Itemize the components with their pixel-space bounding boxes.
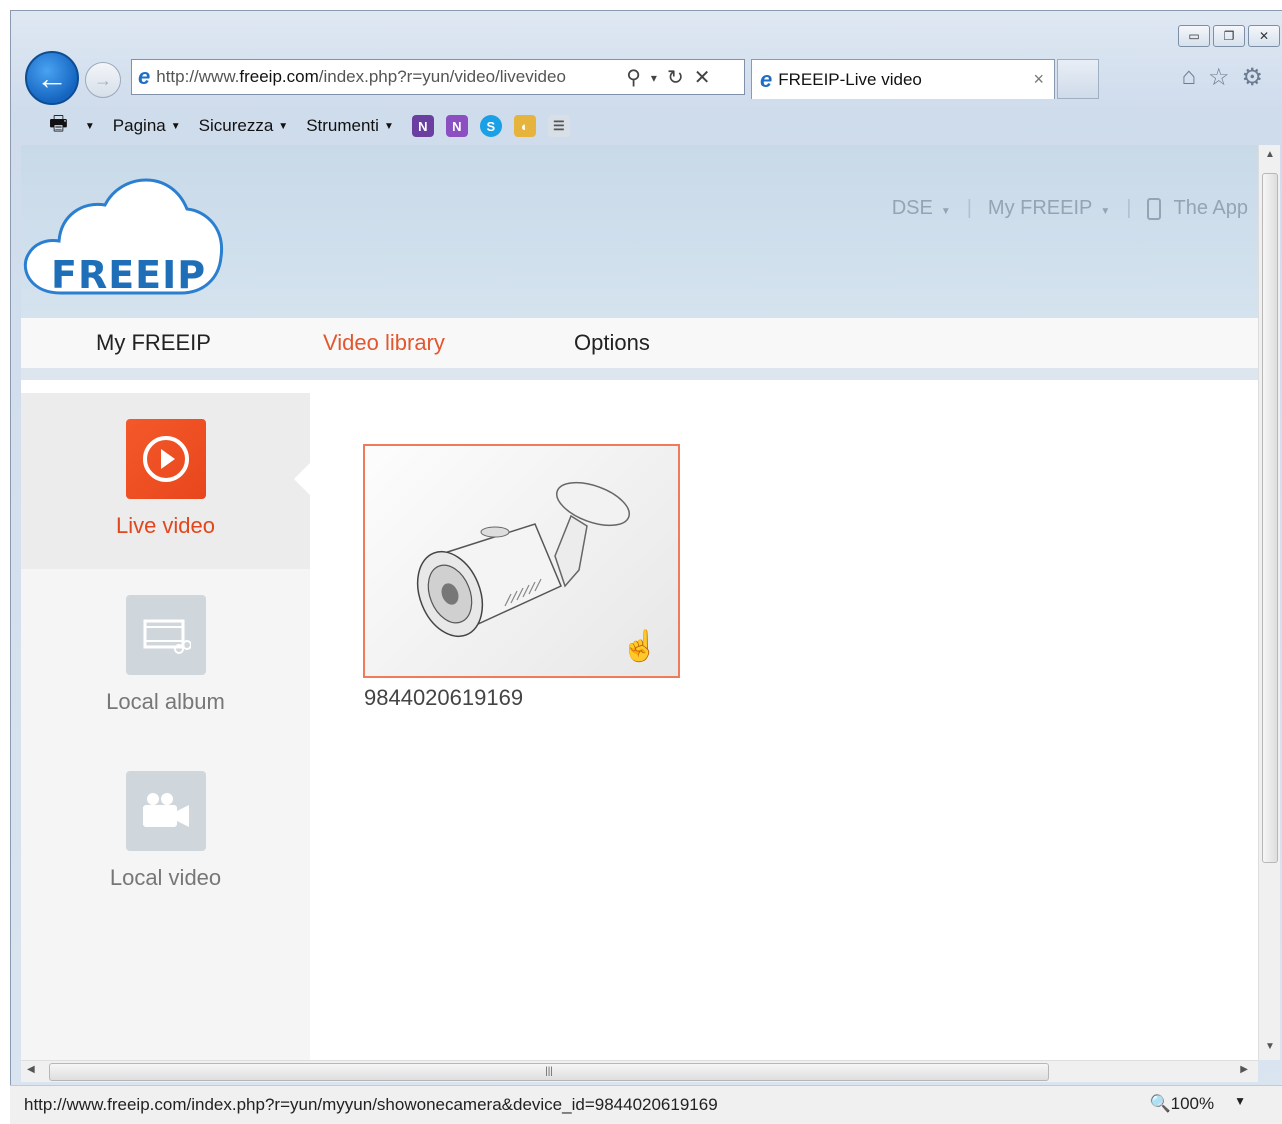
page-menu-icon[interactable]: ☰ — [547, 115, 570, 137]
header-link-my-freeip[interactable]: My FREEIP ▼ — [988, 197, 1110, 220]
chevron-down-icon: ▼ — [1100, 206, 1111, 217]
menu-pagina[interactable]: Pagina ▼ — [113, 116, 181, 136]
skype-icon[interactable]: S — [479, 115, 502, 137]
video-camera-icon — [125, 771, 206, 851]
freeip-logo[interactable]: FREEIP — [21, 167, 227, 297]
new-tab-button[interactable] — [1057, 59, 1099, 99]
home-icon[interactable]: ⌂ — [1181, 63, 1196, 92]
page-viewport: FREEIP DSE ▼ | My FREEIP ▼ | The App My FR… — [21, 145, 1258, 1060]
menu-strumenti[interactable]: Strumenti ▼ — [306, 116, 394, 136]
site-header: FREEIP DSE ▼ | My FREEIP ▼ | The App — [21, 145, 1258, 318]
forward-arrow-icon[interactable]: → — [85, 62, 121, 98]
command-bar: 🖶 ▼ Pagina ▼ Sicurezza ▼ Strumenti ▼ N N… — [23, 107, 1273, 145]
chevron-down-icon: ▼ — [170, 120, 181, 132]
status-url: http://www.freeip.com/index.php?r=yun/my… — [24, 1095, 718, 1114]
divider: | — [1126, 197, 1132, 219]
vertical-scroll-thumb[interactable] — [1262, 173, 1278, 863]
tab-close-icon[interactable]: × — [1033, 69, 1044, 90]
printer-icon: 🖶 — [49, 113, 68, 135]
horizontal-scrollbar[interactable]: ◀ ||| ▶ — [21, 1060, 1258, 1082]
sidebar-label-local-video: Local video — [109, 865, 222, 890]
scroll-right-arrow-icon[interactable]: ▶ — [1240, 1064, 1248, 1075]
sidebar-label-live-video: Live video — [115, 513, 216, 538]
chevron-down-icon: ▼ — [383, 120, 394, 132]
favorites-star-icon[interactable]: ☆ — [1208, 63, 1230, 92]
the-app-label: The App — [1173, 197, 1248, 219]
search-icon[interactable]: ⚲ — [626, 65, 641, 90]
phone-icon — [1147, 197, 1162, 220]
address-url: http://www.freeip.com/index.php?r=yun/vi… — [156, 67, 566, 86]
onenote-linked-icon[interactable]: N — [445, 115, 468, 137]
sidebar-item-live-video[interactable]: Live video — [21, 393, 310, 569]
header-link-dse[interactable]: DSE ▼ — [892, 197, 951, 220]
horizontal-scroll-thumb[interactable]: ||| — [49, 1063, 1049, 1081]
sidebar-item-local-album[interactable]: Local album — [21, 569, 310, 745]
header-links: DSE ▼ | My FREEIP ▼ | The App — [892, 197, 1248, 220]
zoom-control[interactable]: 🔍100% ▼ — [1149, 1094, 1246, 1114]
logo-text: FREEIP — [51, 253, 207, 297]
stop-icon[interactable]: ✕ — [694, 65, 711, 90]
address-row: ← → e http://www.freeip.com/index.php?r=… — [23, 47, 1263, 105]
sidebar-label-local-album: Local album — [106, 689, 225, 714]
nav-video-library[interactable]: Video library — [323, 330, 445, 356]
address-bar[interactable]: e http://www.freeip.com/index.php?r=yun/… — [131, 59, 745, 95]
back-arrow-icon[interactable]: ← — [25, 51, 79, 105]
tab-freeip-live-video[interactable]: e FREEIP-Live video × — [751, 59, 1055, 99]
divider: | — [966, 197, 972, 219]
sidebar: Live video Local album Local video — [21, 393, 310, 1060]
close-window-icon[interactable]: ✕ — [1248, 25, 1280, 47]
dropdown-icon[interactable]: ▾ — [651, 65, 657, 90]
chevron-down-icon: ▼ — [940, 206, 951, 217]
magnifier-icon: 🔍 — [1149, 1094, 1171, 1113]
zoom-level: 🔍100% — [1149, 1094, 1214, 1114]
chevron-down-icon: ▼ — [84, 120, 95, 132]
menu-sicurezza-label: Sicurezza — [198, 116, 274, 135]
nav-my-freeip[interactable]: My FREEIP — [96, 330, 211, 356]
menu-strumenti-label: Strumenti — [306, 116, 379, 135]
camera-device-id[interactable]: 9844020619169 — [364, 685, 523, 711]
dse-label: DSE — [891, 197, 933, 219]
hand-cursor-icon: ☝ — [621, 630, 659, 663]
main-nav: My FREEIP Video library Options — [21, 318, 1258, 380]
zoom-value: 100% — [1170, 1094, 1215, 1113]
minimize-icon[interactable]: ▭ — [1178, 25, 1210, 47]
gear-icon[interactable]: ⚙ — [1241, 63, 1263, 92]
chevron-down-icon: ▼ — [278, 120, 289, 132]
scroll-left-arrow-icon[interactable]: ◀ — [27, 1064, 35, 1075]
window-controls: ▭ ❐ ✕ — [1178, 25, 1280, 47]
scroll-down-arrow-icon[interactable]: ▼ — [1265, 1041, 1275, 1052]
address-tools: ⚲ ▾ ↻ ✕ — [626, 65, 710, 90]
restore-icon[interactable]: ❐ — [1213, 25, 1245, 47]
menu-pagina-label: Pagina — [112, 116, 166, 135]
vertical-scrollbar[interactable]: ▲ ▼ — [1258, 145, 1280, 1060]
my-freeip-label: My FREEIP — [987, 197, 1093, 219]
sidebar-item-local-video[interactable]: Local video — [21, 745, 310, 921]
status-bar: http://www.freeip.com/index.php?r=yun/my… — [10, 1085, 1282, 1124]
tab-title: FREEIP-Live video — [778, 69, 922, 89]
content-area: Live video Local album Local video ☝ 984… — [21, 393, 1258, 1060]
print-button[interactable]: 🖶 ▼ — [49, 109, 95, 143]
nav-options[interactable]: Options — [574, 330, 650, 356]
onenote-icon[interactable]: N — [411, 115, 434, 137]
zoom-dropdown-icon[interactable]: ▼ — [1234, 1094, 1246, 1114]
scroll-up-arrow-icon[interactable]: ▲ — [1265, 149, 1275, 160]
tab-ie-icon: e — [760, 66, 773, 92]
addon-icon[interactable]: ◐ — [513, 115, 536, 137]
browser-right-icons: ⌂ ☆ ⚙ — [1181, 63, 1263, 92]
refresh-icon[interactable]: ↻ — [667, 65, 684, 90]
film-scissors-icon — [125, 595, 206, 675]
ie-page-icon: e — [138, 64, 151, 89]
header-link-the-app[interactable]: The App — [1147, 197, 1248, 220]
play-icon — [125, 419, 206, 499]
menu-sicurezza[interactable]: Sicurezza ▼ — [199, 116, 289, 136]
